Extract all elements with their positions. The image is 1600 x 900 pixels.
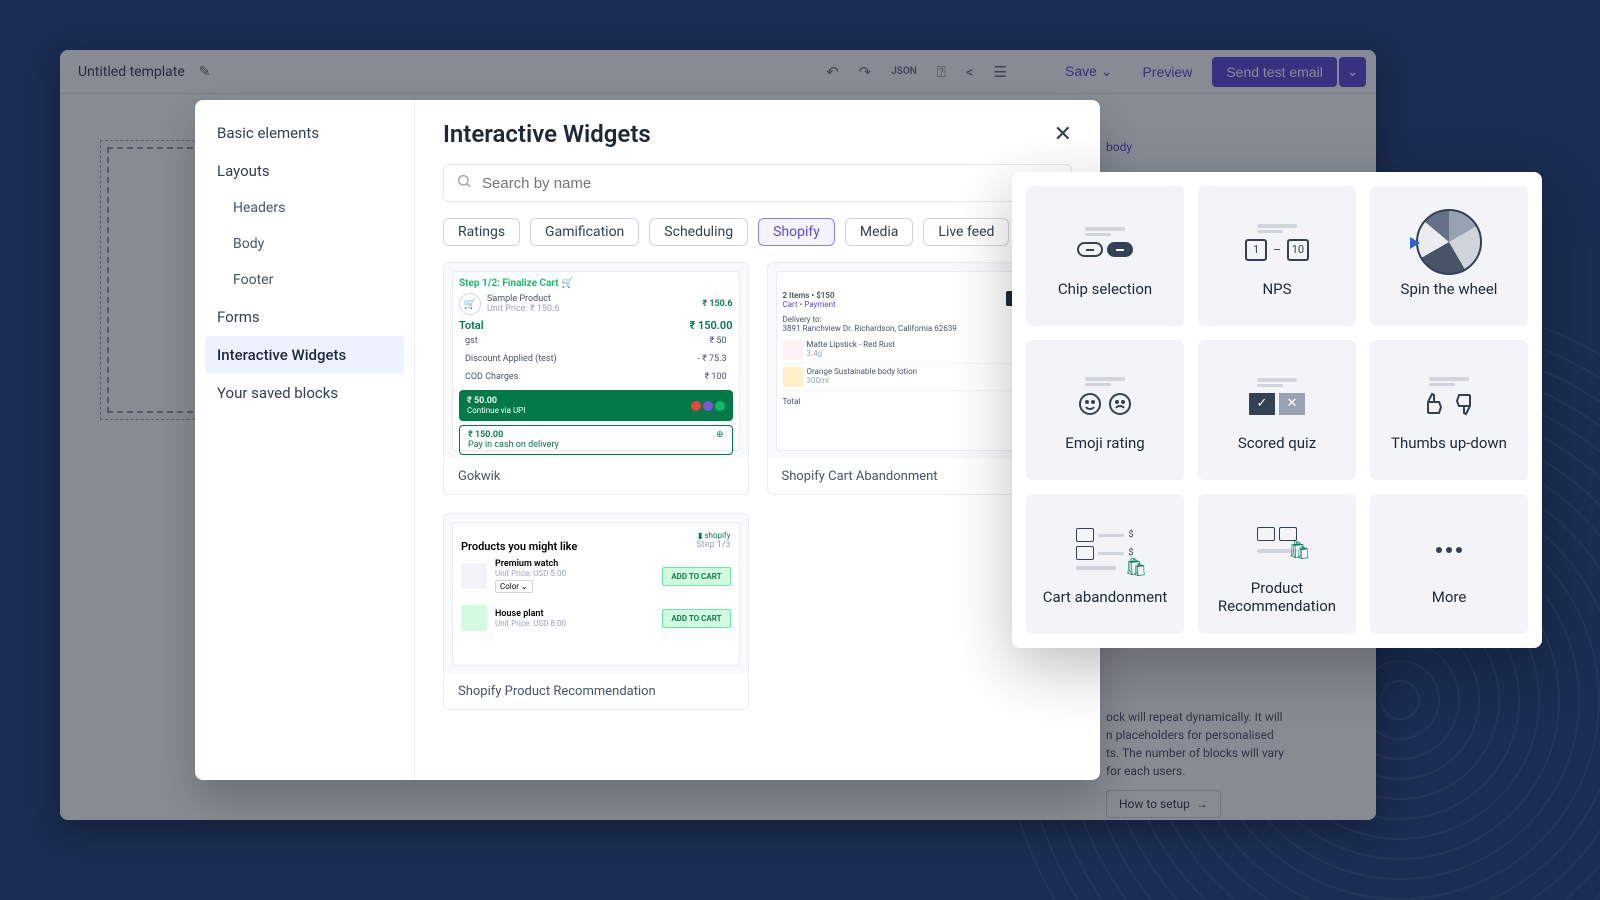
tile-chip-selection[interactable]: Chip selection bbox=[1026, 186, 1184, 326]
sidebar-item-body[interactable]: Body bbox=[205, 226, 404, 262]
more-icon bbox=[1436, 547, 1462, 553]
cart-icon: 🛒 bbox=[459, 293, 481, 315]
modal-main: Interactive Widgets ✕ Ratings Gamificati… bbox=[415, 100, 1100, 780]
tile-cart-abandonment[interactable]: $ $ 🛍 Cart abandonment bbox=[1026, 494, 1184, 634]
widgets-modal: Basic elements Layouts Headers Body Foot… bbox=[195, 100, 1100, 780]
search-input[interactable] bbox=[482, 175, 1059, 192]
card-gokwik[interactable]: Step 1/2: Finalize Cart 🛒 🛒 Sample Produ… bbox=[443, 262, 749, 495]
modal-sidebar: Basic elements Layouts Headers Body Foot… bbox=[195, 100, 415, 780]
cart-abandonment-icon: $ $ 🛍 bbox=[1076, 528, 1133, 572]
product-recommendation-icon: 🛍 bbox=[1257, 527, 1297, 555]
tile-more[interactable]: More bbox=[1370, 494, 1528, 634]
chip-shopify[interactable]: Shopify bbox=[758, 218, 835, 246]
chip-selection-icon bbox=[1077, 242, 1133, 257]
shopify-bag-icon: 🛍 bbox=[1288, 540, 1311, 561]
chip-ratings[interactable]: Ratings bbox=[443, 218, 520, 246]
chip-scheduling[interactable]: Scheduling bbox=[649, 218, 748, 246]
chip-gamification[interactable]: Gamification bbox=[530, 218, 639, 246]
sidebar-item-layouts[interactable]: Layouts bbox=[205, 152, 404, 190]
sidebar-item-basic[interactable]: Basic elements bbox=[205, 114, 404, 152]
chip-livefeed[interactable]: Live feed bbox=[923, 218, 1009, 246]
emoji-rating-icon bbox=[1078, 392, 1132, 416]
modal-title: Interactive Widgets bbox=[443, 120, 651, 148]
tile-thumbs[interactable]: Thumbs up-down bbox=[1370, 340, 1528, 480]
tile-emoji-rating[interactable]: Emoji rating bbox=[1026, 340, 1184, 480]
filter-chips: Ratings Gamification Scheduling Shopify … bbox=[443, 218, 1072, 246]
tile-spin-wheel[interactable]: Spin the wheel bbox=[1370, 186, 1528, 326]
sidebar-item-headers[interactable]: Headers bbox=[205, 190, 404, 226]
thumbs-icon bbox=[1421, 392, 1477, 416]
sidebar-item-saved[interactable]: Your saved blocks bbox=[205, 374, 404, 412]
wheel-icon bbox=[1416, 209, 1482, 275]
sidebar-item-interactive[interactable]: Interactive Widgets bbox=[205, 336, 404, 374]
sidebar-item-forms[interactable]: Forms bbox=[205, 298, 404, 336]
tile-nps[interactable]: 1–10 NPS bbox=[1198, 186, 1356, 326]
shopify-bag-icon: 🛍 bbox=[1125, 557, 1148, 578]
tile-product-recommendation[interactable]: 🛍 Product Recommendation bbox=[1198, 494, 1356, 634]
tile-scored-quiz[interactable]: ✓✕ Scored quiz bbox=[1198, 340, 1356, 480]
widget-picker: Chip selection 1–10 NPS Spin the wheel E… bbox=[1012, 172, 1542, 648]
card-recommendation[interactable]: ▮ shopify Products you might like Step 1… bbox=[443, 513, 749, 710]
sidebar-item-footer[interactable]: Footer bbox=[205, 262, 404, 298]
quiz-icon: ✓✕ bbox=[1249, 393, 1305, 415]
search-icon bbox=[456, 173, 472, 193]
nps-icon: 1–10 bbox=[1245, 239, 1309, 261]
close-icon[interactable]: ✕ bbox=[1054, 122, 1072, 147]
chip-media[interactable]: Media bbox=[845, 218, 914, 246]
search-container[interactable] bbox=[443, 164, 1072, 202]
